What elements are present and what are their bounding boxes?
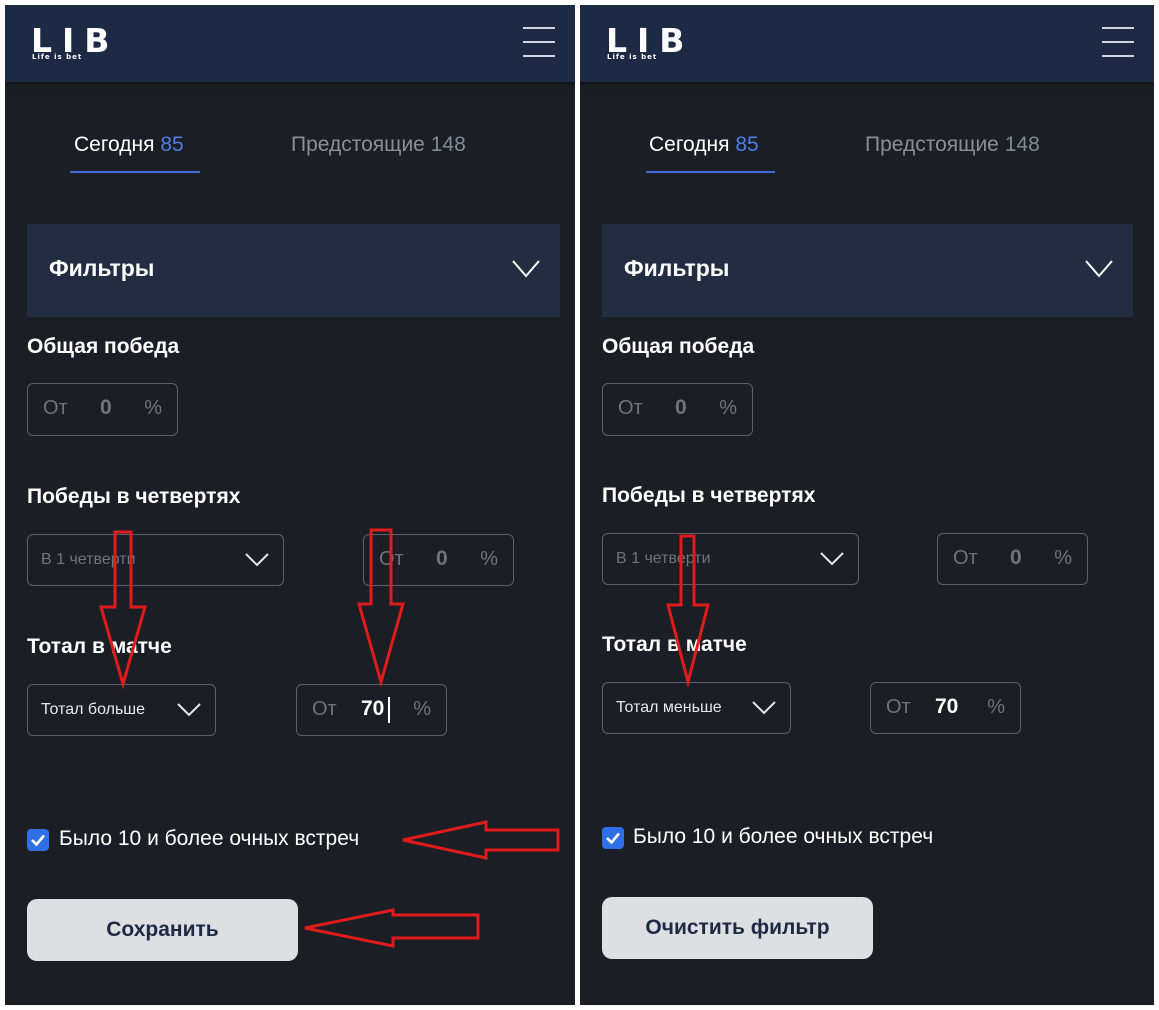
tab-count: 148 — [1004, 133, 1040, 156]
clear-filter-button[interactable]: Очистить фильтр — [602, 897, 873, 959]
overall-win-label: Общая победа — [27, 335, 180, 358]
unit-label: % — [144, 397, 162, 419]
chevron-down-icon — [752, 701, 776, 715]
from-label: От — [618, 397, 643, 419]
value-text: 0 — [436, 547, 448, 570]
chevron-down-icon — [245, 553, 269, 567]
select-value: В 1 четверти — [616, 550, 711, 567]
text-cursor — [388, 697, 390, 723]
active-tab-indicator — [70, 171, 200, 173]
unit-label: % — [1054, 547, 1072, 569]
day-tabs: Сегодня 85 Предстоящие 148 — [5, 125, 575, 175]
filters-accordion[interactable]: Фильтры — [602, 224, 1133, 317]
active-tab-indicator — [646, 171, 775, 173]
total-percent-input[interactable]: От 70 % — [870, 682, 1021, 734]
chevron-down-icon — [512, 260, 540, 278]
overall-win-input[interactable]: От 0 % — [602, 383, 753, 436]
lib-logo[interactable]: LIB Life is bet — [31, 23, 123, 61]
from-label: От — [379, 548, 404, 570]
chevron-down-icon — [820, 552, 844, 566]
app-header: LIB Life is bet — [5, 5, 575, 82]
value-text: 70 — [361, 697, 385, 720]
head-to-head-checkbox[interactable] — [602, 827, 624, 849]
logo-tagline: Life is bet — [606, 53, 659, 61]
value-text: 0 — [100, 396, 112, 419]
tab-count: 85 — [160, 133, 184, 156]
quarter-wins-label: Победы в четвертях — [602, 484, 816, 507]
total-select[interactable]: Тотал больше — [27, 684, 216, 736]
filters-accordion[interactable]: Фильтры — [27, 224, 560, 317]
value-text: 0 — [675, 396, 687, 419]
app-header: LIB Life is bet — [580, 5, 1154, 82]
tab-upcoming[interactable]: Предстоящие 148 — [865, 133, 1040, 157]
quarter-percent-input[interactable]: От 0 % — [363, 534, 514, 586]
total-percent-input[interactable]: От 70 % — [296, 684, 447, 736]
check-icon — [606, 832, 620, 845]
left-screen: LIB Life is bet Сегодня 85 Предстоящие 1… — [5, 5, 575, 1005]
from-label: От — [886, 696, 911, 718]
filters-title: Фильтры — [49, 255, 155, 281]
save-button[interactable]: Сохранить — [27, 899, 298, 961]
match-total-label: Тотал в матче — [27, 635, 172, 658]
head-to-head-label: Было 10 и более очных встреч — [633, 825, 934, 848]
day-tabs: Сегодня 85 Предстоящие 148 — [580, 125, 1154, 175]
quarter-wins-label: Победы в четвертях — [27, 485, 241, 508]
menu-icon[interactable] — [523, 27, 555, 59]
from-label: От — [312, 698, 337, 720]
unit-label: % — [480, 548, 498, 570]
overall-win-label: Общая победа — [602, 335, 755, 358]
match-total-label: Тотал в матче — [602, 633, 747, 656]
overall-win-input[interactable]: От 0 % — [27, 383, 178, 436]
select-value: Тотал больше — [41, 701, 146, 718]
filters-title: Фильтры — [624, 255, 730, 281]
chevron-down-icon — [1085, 260, 1113, 278]
tab-today[interactable]: Сегодня 85 — [74, 133, 184, 157]
tab-today[interactable]: Сегодня 85 — [649, 133, 759, 157]
from-label: От — [43, 397, 68, 419]
quarter-select[interactable]: В 1 четверти — [27, 534, 284, 586]
from-label: От — [953, 547, 978, 569]
tab-count: 85 — [735, 133, 759, 156]
right-screen: LIB Life is bet Сегодня 85 Предстоящие 1… — [580, 5, 1154, 1005]
value-text: 0 — [1010, 546, 1022, 569]
lib-logo[interactable]: LIB Life is bet — [606, 23, 698, 61]
tab-label: Предстоящие — [865, 133, 999, 156]
tab-label: Предстоящие — [291, 133, 425, 156]
unit-label: % — [719, 397, 737, 419]
head-to-head-checkbox[interactable] — [27, 829, 49, 851]
value-text: 70 — [935, 695, 959, 718]
menu-icon[interactable] — [1102, 27, 1134, 59]
head-to-head-label: Было 10 и более очных встреч — [59, 827, 360, 850]
chevron-down-icon — [177, 703, 201, 717]
tab-label: Сегодня — [74, 133, 155, 156]
tab-upcoming[interactable]: Предстоящие 148 — [291, 133, 466, 157]
check-icon — [31, 834, 45, 847]
quarter-select[interactable]: В 1 четверти — [602, 533, 859, 585]
select-value: В 1 четверти — [41, 551, 136, 568]
unit-label: % — [987, 696, 1005, 718]
tab-label: Сегодня — [649, 133, 730, 156]
logo-tagline: Life is bet — [31, 53, 84, 61]
total-select[interactable]: Тотал меньше — [602, 682, 791, 734]
unit-label: % — [413, 698, 431, 720]
quarter-percent-input[interactable]: От 0 % — [937, 533, 1088, 585]
tab-count: 148 — [430, 133, 466, 156]
select-value: Тотал меньше — [616, 699, 722, 716]
